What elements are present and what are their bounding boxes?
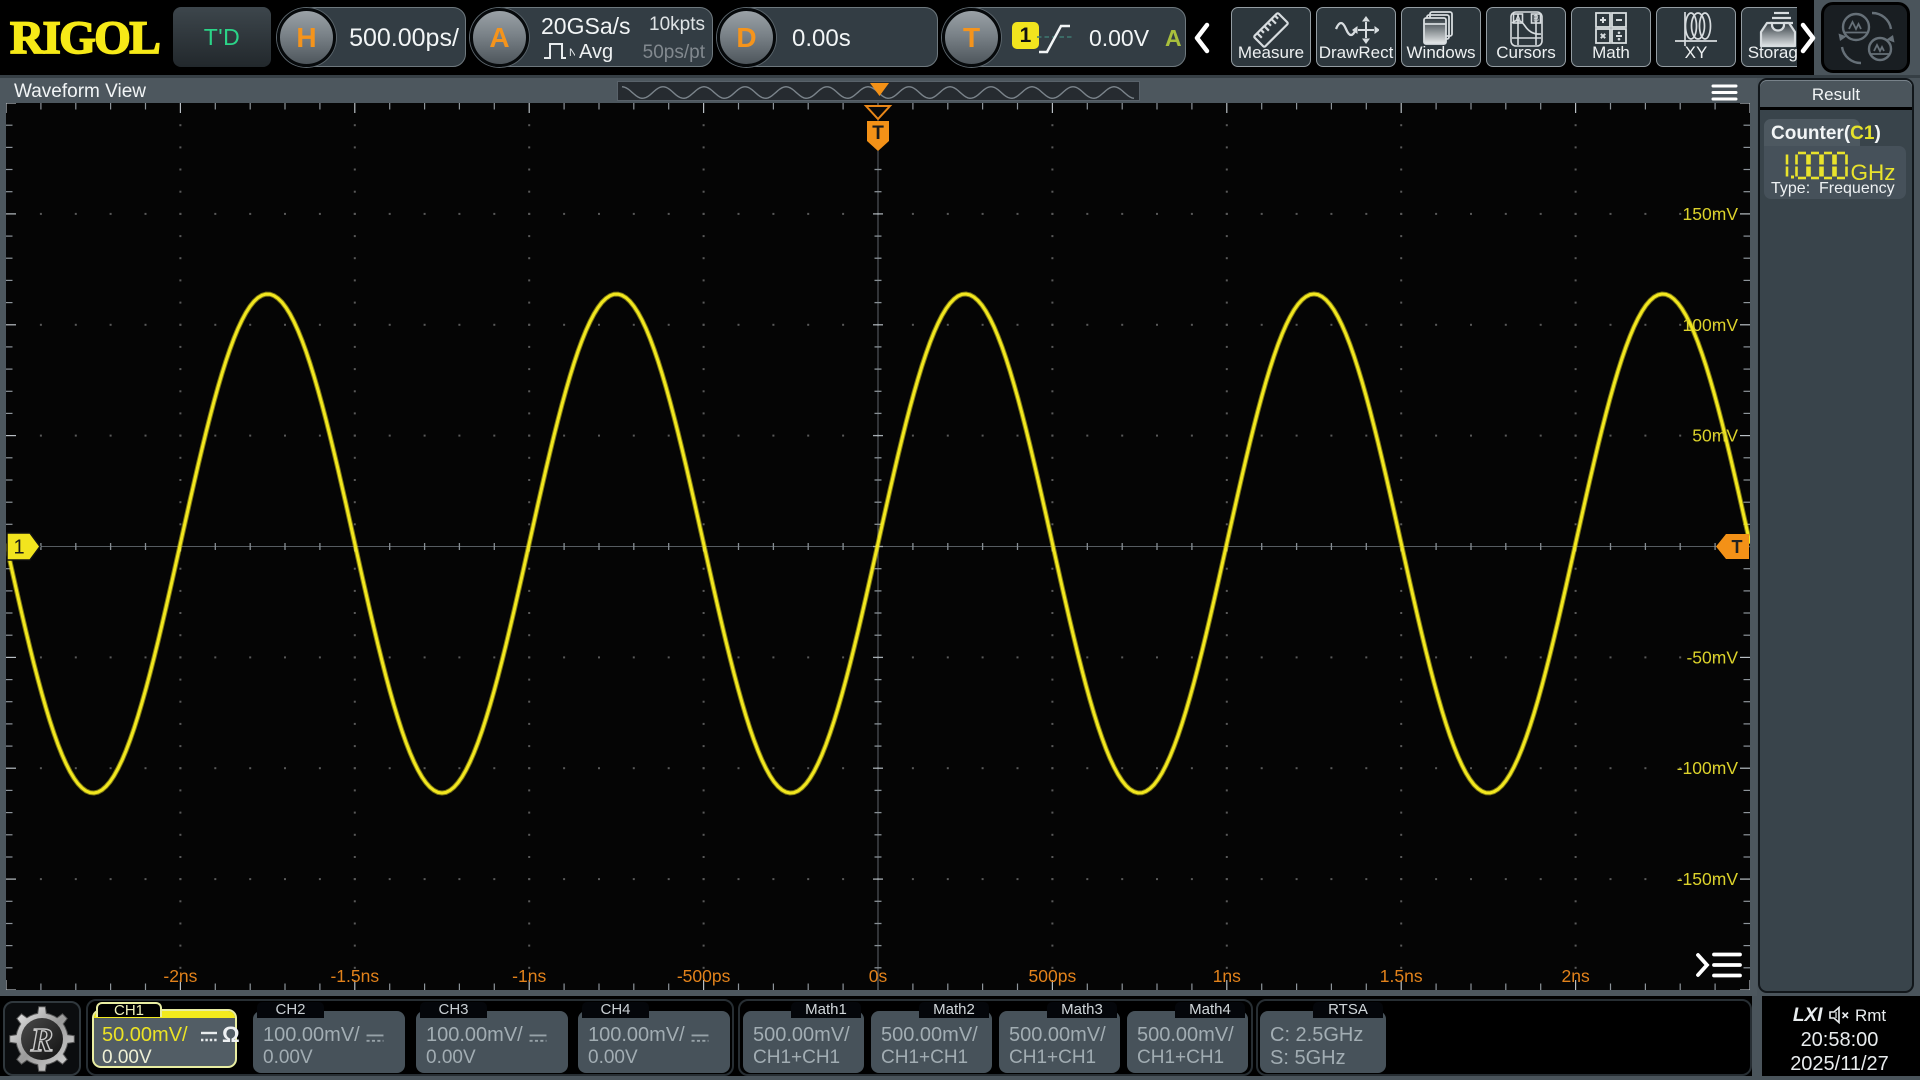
svg-text:T: T [872, 123, 884, 144]
svg-text:1: 1 [13, 537, 24, 559]
svg-text:-500ps: -500ps [677, 966, 731, 986]
svg-text:B: B [1533, 14, 1539, 24]
svg-text:1ns: 1ns [1213, 966, 1241, 986]
svg-text:-2ns: -2ns [163, 966, 197, 986]
svg-text:150mV: 150mV [1683, 204, 1739, 224]
svg-text:0s: 0s [869, 966, 888, 986]
svg-text:T: T [1732, 537, 1743, 557]
svg-text:-1ns: -1ns [512, 966, 546, 986]
svg-text:50mV: 50mV [1692, 426, 1738, 446]
svg-text:100mV: 100mV [1683, 315, 1739, 335]
svg-text:A: A [1515, 14, 1521, 24]
svg-text:-150mV: -150mV [1677, 869, 1739, 889]
svg-text:-50mV: -50mV [1686, 647, 1738, 667]
svg-text:1.5ns: 1.5ns [1380, 966, 1423, 986]
svg-text:2ns: 2ns [1561, 966, 1589, 986]
svg-text:R: R [30, 1022, 54, 1059]
svg-text:N: N [569, 47, 575, 59]
svg-text:-1.5ns: -1.5ns [330, 966, 379, 986]
svg-text:500ps: 500ps [1029, 966, 1077, 986]
svg-text:-100mV: -100mV [1677, 758, 1739, 778]
